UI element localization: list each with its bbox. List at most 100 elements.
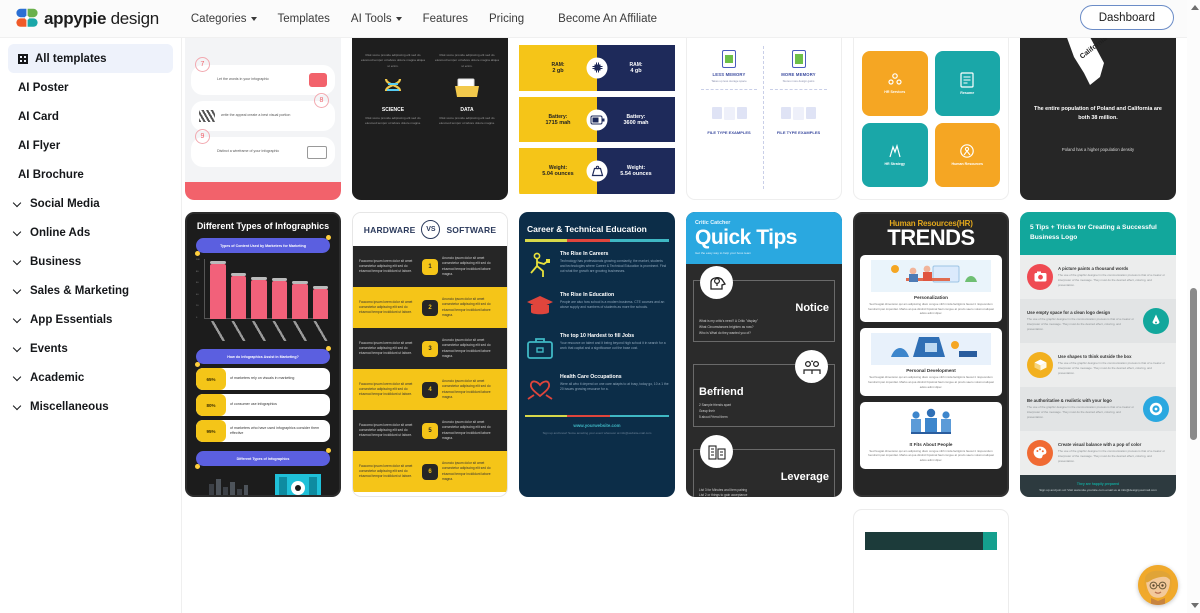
nav-item-pricing[interactable]: Pricing xyxy=(489,13,524,25)
tile-label: HR Services xyxy=(884,90,906,95)
sidebar-item-events[interactable]: Events xyxy=(0,334,181,363)
y-tick: 80 xyxy=(196,270,199,273)
card-title: Different Types of Infographics xyxy=(196,221,330,231)
sidebar-item-ai-brochure[interactable]: AI Brochure xyxy=(0,160,181,189)
row-number: 5 xyxy=(422,422,438,439)
tip-notice: Notice What is my critic's need? A Criti… xyxy=(693,266,835,343)
sidebar-item-social-media[interactable]: Social Media xyxy=(0,189,181,218)
nav-label: Features xyxy=(422,12,469,25)
nav-item-ai-tools[interactable]: AI Tools xyxy=(351,13,402,25)
y-tick: 20 xyxy=(196,305,199,308)
section-hardest-jobs: The top 10 Hardest to fill Jobs Your res… xyxy=(525,333,669,363)
page-scrollbar[interactable] xyxy=(1187,0,1200,613)
spec-value: 2 gb xyxy=(552,67,564,74)
comparison-row: Faucomo ipsum lorem dolor sit amet conse… xyxy=(353,246,507,287)
sidebar-item-label: Online Ads xyxy=(30,226,91,239)
scrollbar-thumb[interactable] xyxy=(1190,288,1197,440)
scroll-down-arrow-icon[interactable] xyxy=(1191,603,1199,608)
template-grid: 7 Let the words in your infographic 8 wr… xyxy=(185,38,1176,613)
weight-icon xyxy=(586,160,608,182)
file-type-icons xyxy=(699,96,759,130)
sidebar-item-app-essentials[interactable]: App Essentials xyxy=(0,305,181,334)
logo-tip-row: Create visual balance with a pop of colo… xyxy=(1020,431,1176,475)
sidebar-item-ai-flyer[interactable]: AI Flyer xyxy=(0,131,181,160)
left-text: Faucomo ipsum lorem dolor sit amet conse… xyxy=(359,340,413,356)
footer-line-1: They are happily prepared xyxy=(1076,481,1120,486)
sidebar-item-business[interactable]: Business xyxy=(0,247,181,276)
top-divider xyxy=(525,239,670,242)
chevron-down-icon xyxy=(250,16,257,21)
brand-logo[interactable]: appypie design xyxy=(16,8,159,30)
hr-tile-resume: Resume xyxy=(934,51,1000,116)
chevron-down-icon xyxy=(14,199,23,208)
sidebar-item-all-templates[interactable]: All templates xyxy=(8,44,173,73)
comparison-row: Faucomo ipsum lorem dolor sit amet conse… xyxy=(353,451,507,492)
card-header: Critic Catcher Quick Tips Get the easy w… xyxy=(686,212,842,264)
bottom-divider xyxy=(525,414,670,417)
graduation-cap-icon xyxy=(525,292,555,322)
become-an-affiliate-link[interactable]: Become An Affiliate xyxy=(558,13,657,25)
nav-label: Pricing xyxy=(489,12,525,25)
chevron-down-icon xyxy=(395,16,402,21)
template-card-california-poland[interactable]: California The entire population of Pola… xyxy=(1020,38,1176,200)
pill-label: How do Infographics Assist in Marketing? xyxy=(227,354,299,359)
stat-text: of marketers rely on visuals in marketin… xyxy=(230,376,295,381)
nav-item-templates[interactable]: Templates xyxy=(278,13,330,25)
dashboard-button[interactable]: Dashboard xyxy=(1079,5,1174,30)
lines-icon xyxy=(199,110,215,122)
infographic-types-grid: 1. Statistical 2. Comparison 3. Timeline… xyxy=(194,470,332,495)
tip-body: The use of the graphic designer in the c… xyxy=(1027,317,1135,331)
footer-url: www.yourwebsite.com xyxy=(573,423,621,428)
sidebar-item-ai-card[interactable]: AI Card xyxy=(0,102,181,131)
tip-heading: Use shapes to think outside the box xyxy=(1058,354,1132,360)
scroll-up-arrow-icon[interactable] xyxy=(1191,5,1199,10)
card-footer-bar xyxy=(185,182,341,200)
sidebar-item-academic[interactable]: Academic xyxy=(0,363,181,392)
template-card-hardware-vs-software[interactable]: HARDWARE VS SOFTWARE Faucomo ipsum lorem… xyxy=(352,212,508,497)
sidebar-item-ai-poster[interactable]: AI Poster xyxy=(0,73,181,102)
tip-body: The use of the graphic designer in the c… xyxy=(1058,449,1166,463)
trend-caption: Personalization xyxy=(914,294,948,300)
tip-heading: A picture paints a thousand words xyxy=(1058,266,1129,272)
nav-item-categories[interactable]: Categories xyxy=(191,13,257,25)
tip-heading: Use empty space for a clean logo design xyxy=(1027,310,1111,316)
card-header: 5 Tips + Tricks for Creating a Successfu… xyxy=(1020,212,1176,255)
template-card-hr-quadrant[interactable]: HR Services Resume HR Strategy Human Res… xyxy=(853,38,1009,200)
sidebar-item-online-ads[interactable]: Online Ads xyxy=(0,218,181,247)
template-card-placeholder xyxy=(185,509,341,613)
trend-caption: Personal Development xyxy=(906,368,956,374)
left-text: Faucomo ipsum lorem dolor sit amet conse… xyxy=(359,422,413,438)
chat-avatar[interactable] xyxy=(1138,565,1178,605)
sidebar-item-miscellaneous[interactable]: Miscellaneous xyxy=(0,392,181,421)
template-card-steps-infographic[interactable]: 7 Let the words in your infographic 8 wr… xyxy=(185,38,341,200)
chevron-down-icon xyxy=(14,402,23,411)
template-card-science-data[interactable]: Risk score provide adipiscing elit sed d… xyxy=(352,38,508,200)
trend-body: Sed feugiat dimension qui am adipiscing … xyxy=(868,448,994,463)
template-card-phone-comparison[interactable]: RAM: 2 gb RAM: 4 gb Battery: 1715 mah Ba… xyxy=(519,38,675,200)
template-card-memory-filetypes[interactable]: LESS MEMORY Takes up less storage space … xyxy=(686,38,842,200)
y-tick: 100 xyxy=(196,259,200,261)
template-card-different-types-of-infographics[interactable]: Different Types of Infographics Types of… xyxy=(185,212,341,497)
nav-label: AI Tools xyxy=(350,12,392,25)
template-card-business-logo-tips[interactable]: 5 Tips + Tricks for Creating a Successfu… xyxy=(1020,212,1176,497)
template-card-critic-catcher-quick-tips[interactable]: Critic Catcher Quick Tips Get the easy w… xyxy=(686,212,842,497)
shield-icon xyxy=(309,73,327,87)
section-body: Your resource on talent and it being bey… xyxy=(560,340,666,350)
pill-label: Different Types of Infographics xyxy=(236,456,290,461)
sidebar-item-sales-marketing[interactable]: Sales & Marketing xyxy=(0,276,181,305)
y-tick: 40 xyxy=(196,293,199,296)
right-text: Anuncio ipsum dolor sit amet consectetur… xyxy=(442,256,491,276)
stat-row: 80% of consumer use infographics xyxy=(196,394,330,416)
file-type-icons xyxy=(768,96,829,130)
row-number: 6 xyxy=(422,463,438,480)
hr-tile-strategy: HR Strategy xyxy=(862,122,928,187)
hr-tile-human-resources: Human Resources xyxy=(934,122,1000,187)
template-card-career-technical-education[interactable]: Career & Technical Education The Rise In… xyxy=(519,212,675,497)
template-card-hr-trends[interactable]: Human Resources(HR) TRENDS Personalizati… xyxy=(853,212,1009,497)
pen-icon xyxy=(1143,307,1169,334)
y-tick: 0 xyxy=(196,316,198,319)
template-card-partial-bottom[interactable] xyxy=(853,509,1009,613)
column-title: LESS MEMORY xyxy=(712,72,746,77)
nav-item-features[interactable]: Features xyxy=(423,13,468,25)
right-text: Anuncio ipsum dolor sit amet consectetur… xyxy=(442,338,491,358)
